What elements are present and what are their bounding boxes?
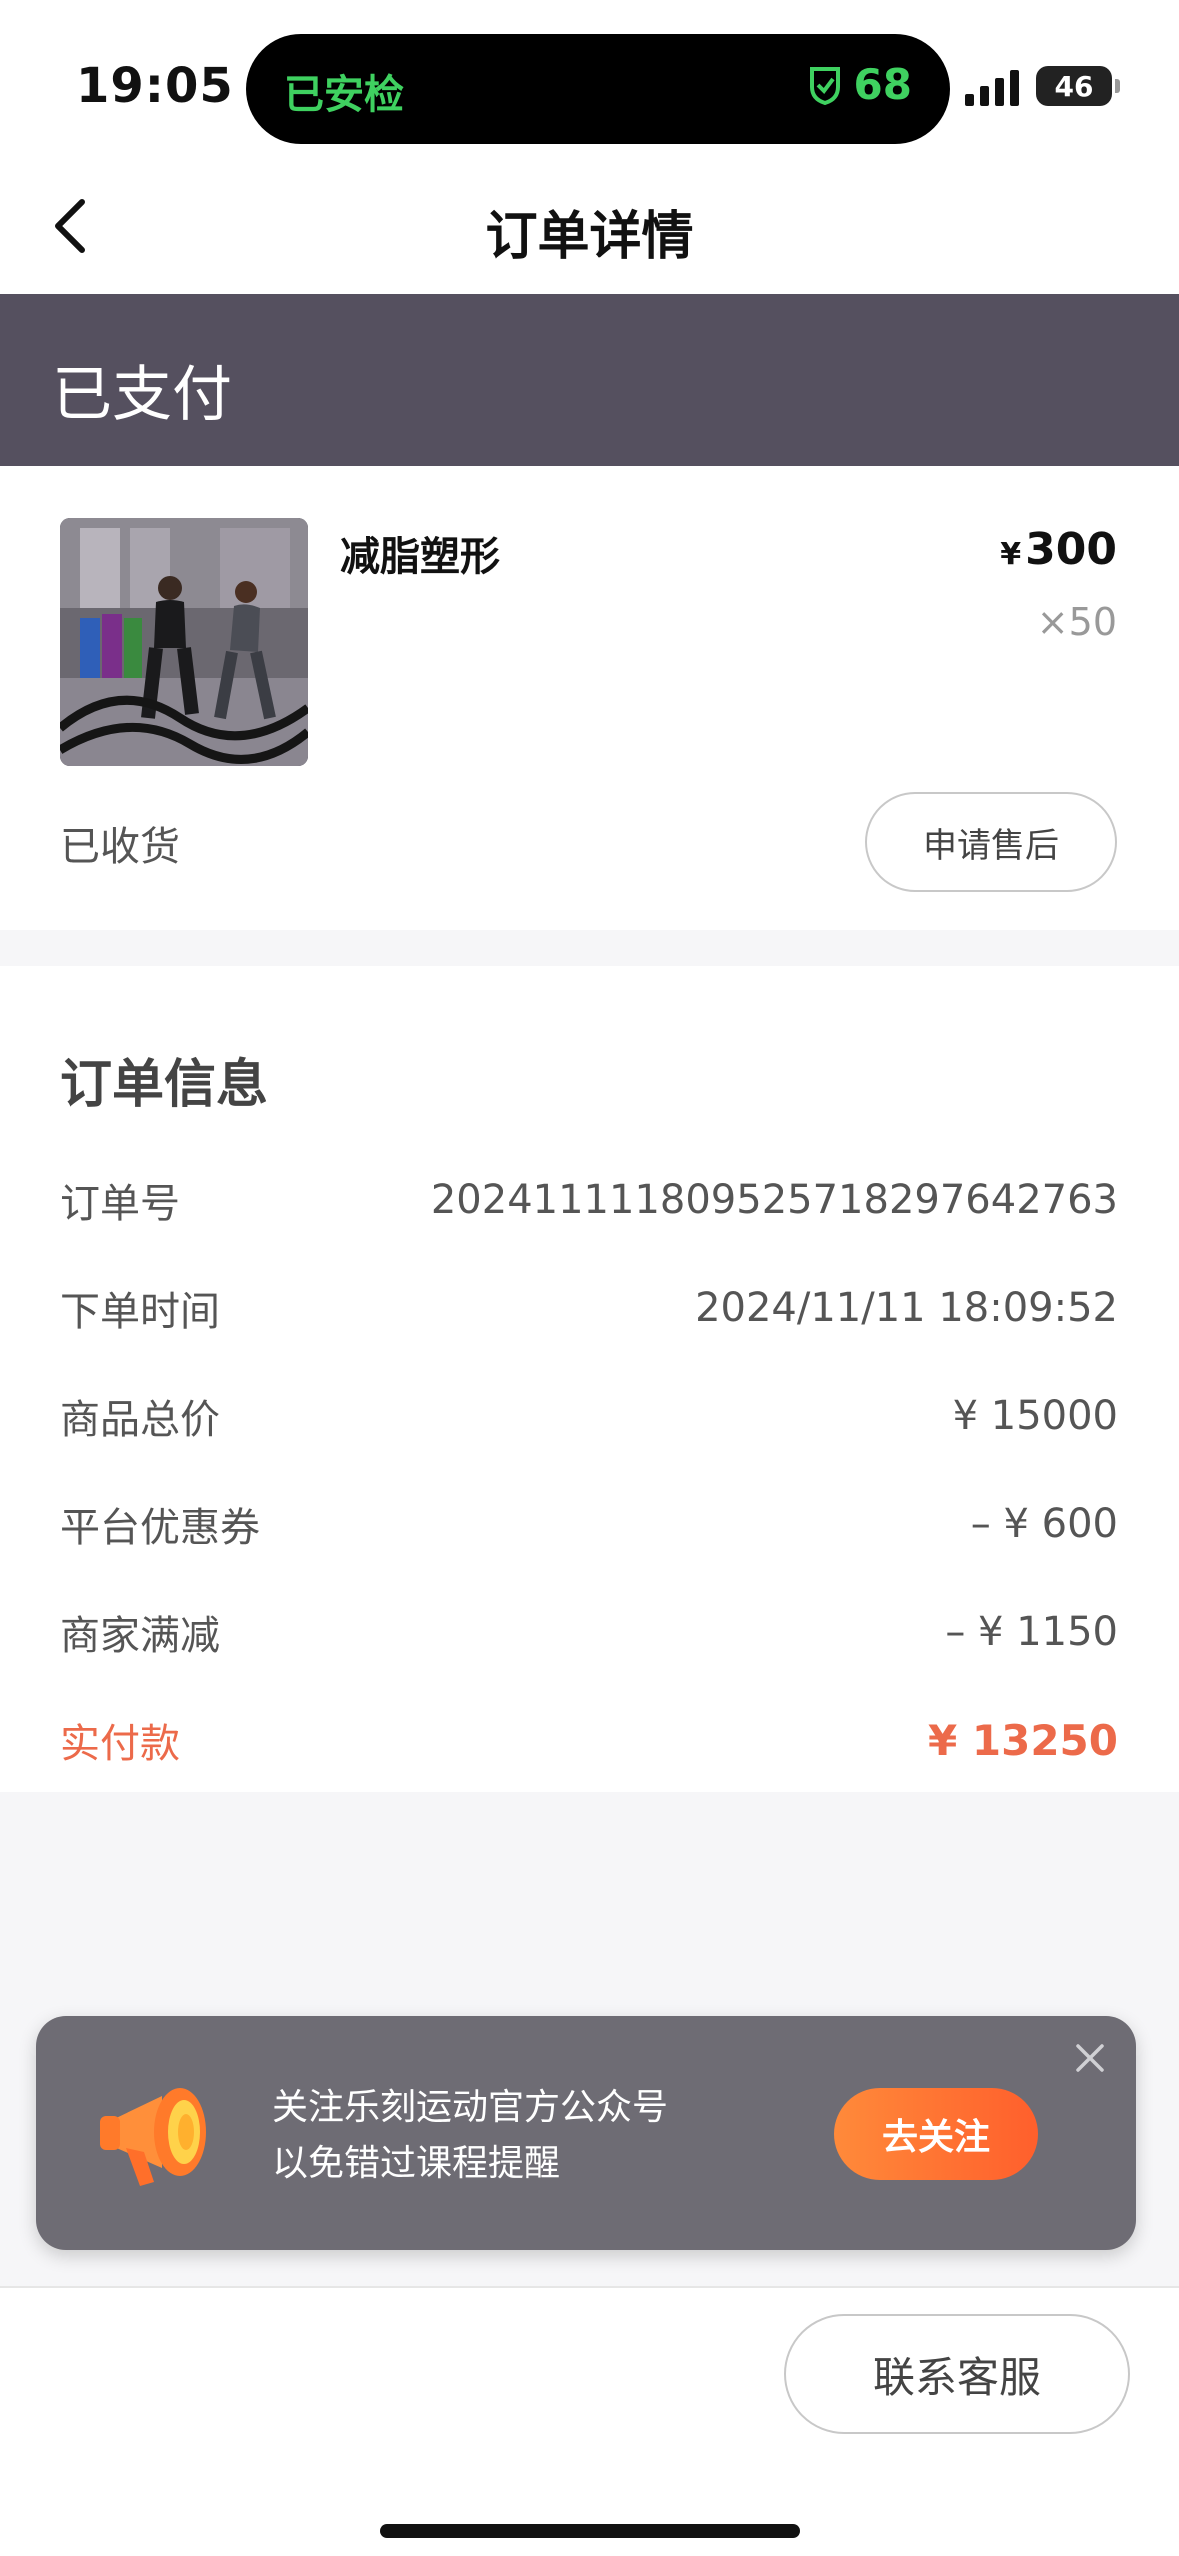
follow-button[interactable]: 去关注	[834, 2088, 1038, 2180]
order-number-value[interactable]: 20241111180952571829764​2763	[431, 1177, 1118, 1223]
platform-coupon-row: 平台优惠券 – ¥ 600	[60, 1494, 1118, 1554]
island-right-value: 68	[853, 60, 912, 109]
nav-bar: 订单详情	[0, 160, 1179, 294]
row-label: 平台优惠券	[60, 1505, 260, 1551]
amount-paid-row: 实付款 ¥ 13250	[60, 1710, 1118, 1770]
shield-check-icon	[809, 66, 840, 105]
merchant-discount-row: 商家满减 – ¥ 1150	[60, 1602, 1118, 1662]
contact-support-button[interactable]: 联系客服	[784, 2314, 1130, 2434]
row-label: 商品总价	[60, 1397, 220, 1443]
amount-paid-value: ¥ 13250	[928, 1715, 1118, 1765]
row-label: 商家满减	[60, 1613, 220, 1659]
cellular-signal-icon	[965, 70, 1019, 106]
merchant-discount-value: – ¥ 1150	[945, 1609, 1118, 1655]
delivery-status: 已收货	[60, 824, 180, 870]
product-thumbnail[interactable]	[60, 518, 308, 766]
home-indicator[interactable]	[380, 2524, 800, 2538]
battery-level: 46	[1054, 69, 1094, 103]
section-title: 订单信息	[60, 1055, 269, 1115]
order-status-text: 已支付	[52, 360, 232, 430]
product-name: 减脂塑形	[340, 534, 500, 580]
dynamic-island[interactable]: 已安检 68	[246, 34, 950, 144]
order-status-banner: 已支付	[0, 294, 1179, 466]
island-right-indicator: 68	[806, 60, 912, 109]
row-label: 下单时间	[60, 1289, 220, 1335]
order-time-row: 下单时间 2024/11/11 18:09:52	[60, 1278, 1118, 1338]
product-card[interactable]: 减脂塑形 ¥300 ×50 已收货 申请售后	[0, 466, 1179, 930]
price-currency: ¥	[1000, 537, 1022, 572]
follow-promo-banner: 关注乐刻运动官方公众号 以免错过课程提醒 去关注	[36, 2016, 1136, 2250]
battery-indicator: 46	[1036, 66, 1120, 106]
close-icon[interactable]	[1072, 2040, 1108, 2076]
promo-line-2: 以免错过课程提醒	[272, 2143, 561, 2184]
after-sale-button[interactable]: 申请售后	[865, 792, 1117, 892]
order-detail-page: 19:05 已安检 68 46 订单详情 已支付 减脂塑形 ¥300 ×50 已…	[0, 0, 1179, 2556]
price-value: 300	[1025, 524, 1117, 575]
status-bar: 19:05 已安检 68 46	[0, 0, 1179, 160]
clock: 19:05	[76, 58, 234, 114]
page-title: 订单详情	[485, 207, 694, 267]
island-left-text: 已安检	[284, 72, 404, 118]
order-info-section: 订单信息 订单号 20241111180952571829764​2763 下单…	[0, 966, 1179, 1792]
platform-coupon-value: – ¥ 600	[970, 1501, 1118, 1547]
product-price: ¥300	[1000, 524, 1117, 575]
product-photo	[60, 518, 308, 766]
bottom-action-bar: 联系客服	[0, 2286, 1179, 2556]
goods-total-value: ¥ 15000	[952, 1393, 1118, 1439]
megaphone-icon	[100, 2088, 206, 2186]
promo-line-1: 关注乐刻运动官方公众号	[272, 2087, 669, 2128]
goods-total-row: 商品总价 ¥ 15000	[60, 1386, 1118, 1446]
product-quantity: ×50	[1036, 600, 1117, 644]
row-label: 实付款	[60, 1721, 180, 1767]
row-label: 订单号	[60, 1181, 180, 1227]
order-number-row: 订单号 20241111180952571829764​2763	[60, 1170, 1118, 1230]
order-time-value: 2024/11/11 18:09:52	[695, 1285, 1118, 1331]
